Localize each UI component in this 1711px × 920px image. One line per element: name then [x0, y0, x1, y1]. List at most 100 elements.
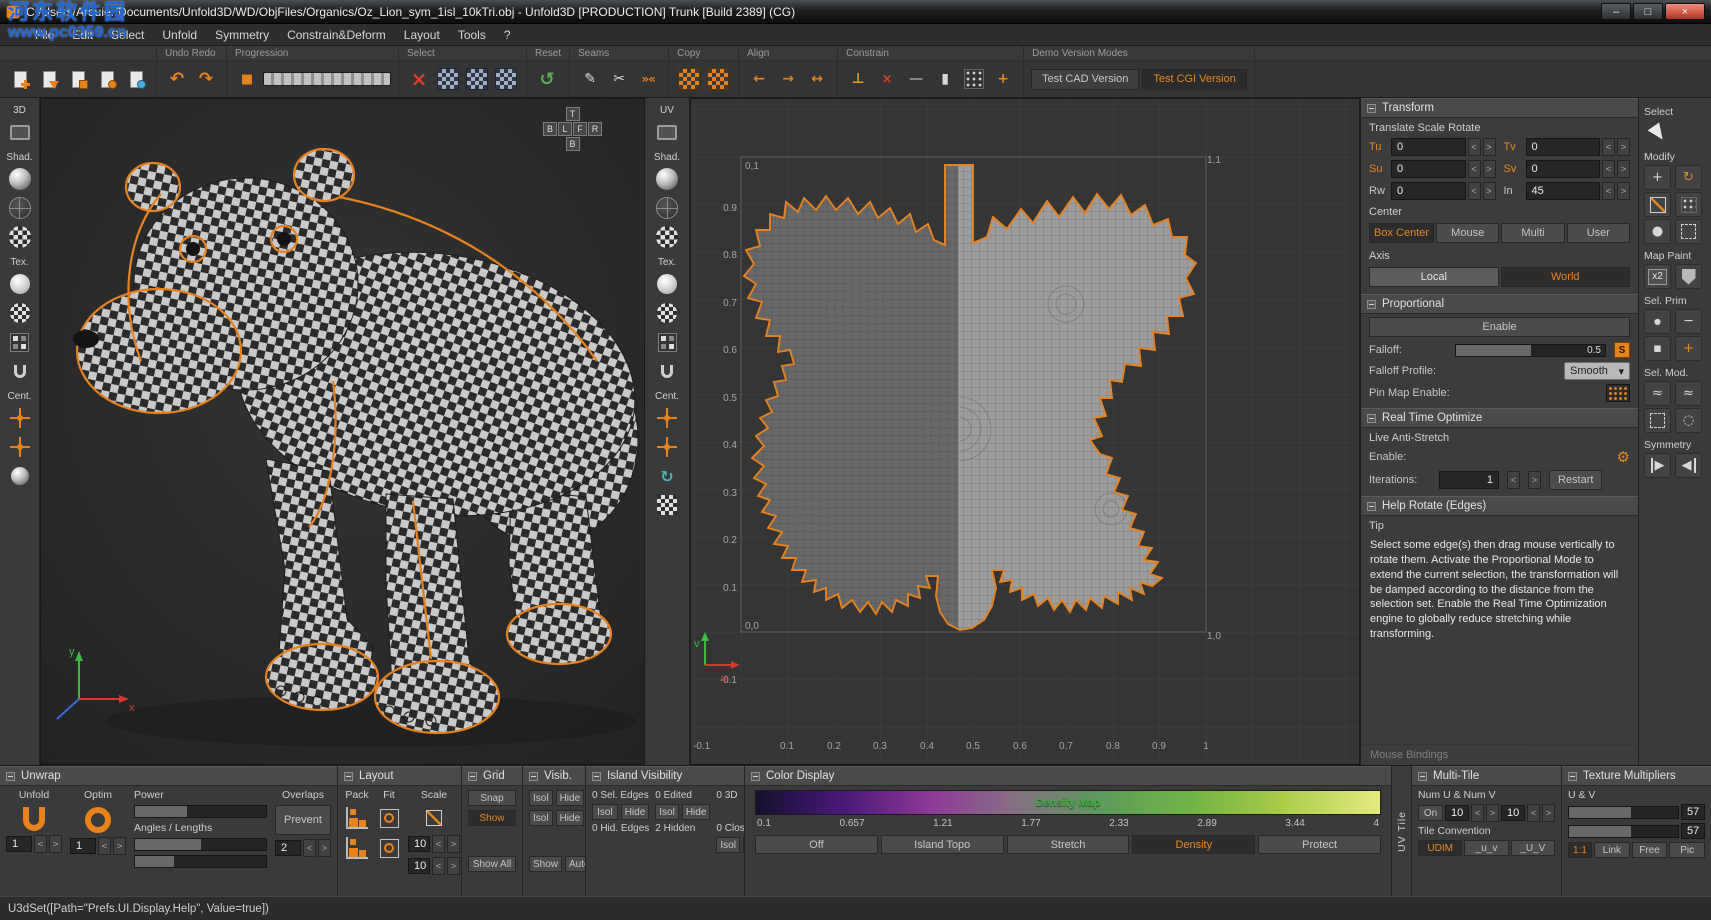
multi-tile-on-button[interactable]: On	[1418, 805, 1443, 821]
layout-margin-decrement[interactable]: <	[432, 835, 445, 853]
new-file-icon[interactable]	[7, 66, 33, 92]
collapse-icon[interactable]	[1367, 414, 1376, 423]
loop-selection-icon[interactable]: ≈	[1675, 381, 1702, 406]
menu-edit[interactable]: Edit	[63, 26, 102, 44]
unwrap-panel-header[interactable]: Unwrap	[0, 766, 337, 786]
pack-icon[interactable]	[344, 805, 370, 831]
align-center-icon[interactable]: ↔	[804, 66, 830, 92]
horizontal-constraint-icon[interactable]: —	[903, 66, 929, 92]
vertical-constraint-icon[interactable]: ▮	[932, 66, 958, 92]
tu-field[interactable]: 0	[1391, 138, 1466, 156]
protect-button[interactable]: Protect	[1258, 835, 1381, 854]
pin-map-enable-button[interactable]	[1606, 384, 1630, 402]
collapse-icon[interactable]	[344, 772, 353, 781]
pack-all-icon[interactable]	[344, 835, 370, 861]
uv-checker-toggle-icon[interactable]	[654, 492, 680, 518]
seam-brush-icon[interactable]: ✎	[577, 66, 603, 92]
layout-spacing-decrement[interactable]: <	[432, 857, 445, 875]
visib-show-button[interactable]: Show	[529, 856, 562, 872]
copy-uv-icon[interactable]	[676, 66, 702, 92]
optim-decrement[interactable]: <	[98, 837, 111, 855]
lattice-tool-icon[interactable]	[1675, 192, 1702, 217]
falloff-slider[interactable]: 0.5	[1455, 344, 1606, 357]
view-cube[interactable]: T B L F R B	[543, 107, 602, 151]
optim-increment[interactable]: >	[113, 837, 126, 855]
tv-decrement[interactable]: <	[1602, 138, 1615, 156]
center-multi-button[interactable]: Multi	[1501, 223, 1564, 243]
tu-decrement[interactable]: <	[1468, 138, 1481, 156]
unfold-iterations-field[interactable]: 1	[6, 836, 32, 852]
falloff-profile-dropdown[interactable]: Smooth ▾	[1564, 362, 1630, 380]
collapse-icon[interactable]	[1418, 772, 1427, 781]
proportional-enable-button[interactable]: Enable	[1369, 317, 1630, 337]
uv-shading-checker-icon[interactable]	[654, 224, 680, 250]
select-checker-icon[interactable]	[435, 66, 461, 92]
uv-refresh-icon[interactable]: ↻	[654, 463, 680, 489]
transform-section-header[interactable]: Transform	[1361, 98, 1638, 118]
mix-slider[interactable]	[134, 855, 267, 868]
undo-icon[interactable]: ↶	[164, 66, 190, 92]
menu-file[interactable]: File	[26, 26, 63, 44]
link-button[interactable]: Link	[1594, 842, 1630, 858]
visib-isolate2-button[interactable]: Isol	[529, 810, 553, 826]
save-as-icon[interactable]	[94, 66, 120, 92]
paste-uv-icon[interactable]	[705, 66, 731, 92]
overlaps-increment[interactable]: >	[318, 839, 331, 857]
menu-help[interactable]: ?	[495, 26, 520, 44]
num-v-field[interactable]: 10	[1501, 805, 1525, 821]
stretch-button[interactable]: Stretch	[1007, 835, 1130, 854]
su-increment[interactable]: >	[1483, 160, 1496, 178]
visib-auto-button[interactable]: Auto	[565, 856, 586, 872]
collapse-icon[interactable]	[1367, 104, 1376, 113]
x2-multiplier-icon[interactable]: x2	[1644, 264, 1671, 289]
grid-show-button[interactable]: Show	[468, 810, 516, 826]
layout-margin-increment[interactable]: >	[447, 835, 460, 853]
align-right-icon[interactable]: →	[775, 66, 801, 92]
stop-icon[interactable]: ■	[234, 66, 260, 92]
select-face-icon[interactable]: ▪	[1644, 336, 1671, 361]
angles-lengths-slider[interactable]	[134, 838, 267, 851]
menu-tools[interactable]: Tools	[449, 26, 495, 44]
texture-checker-icon[interactable]	[7, 300, 33, 326]
layout-margin-field[interactable]: 10	[408, 836, 430, 852]
proportional-section-header[interactable]: Proportional	[1361, 294, 1638, 314]
move-constraint-icon[interactable]: +	[990, 66, 1016, 92]
sv-field[interactable]: 0	[1526, 160, 1601, 178]
visibility-panel-header[interactable]: Visib.	[523, 766, 585, 786]
collapse-icon[interactable]	[1367, 502, 1376, 511]
num-v-decrement[interactable]: <	[1527, 804, 1540, 822]
visib-hide-button[interactable]: Hide	[556, 790, 585, 806]
constrain-pin-icon[interactable]: ⊥	[845, 66, 871, 92]
texture-v-slider[interactable]	[1568, 825, 1679, 838]
uv-texture-checker-icon[interactable]	[654, 300, 680, 326]
uv-texture-none-icon[interactable]	[654, 271, 680, 297]
redo-icon[interactable]: ↷	[193, 66, 219, 92]
tv-increment[interactable]: >	[1617, 138, 1630, 156]
minimize-button[interactable]: –	[1601, 3, 1631, 20]
udim-button[interactable]: UDIM	[1418, 840, 1462, 856]
screenshot-icon[interactable]	[123, 66, 149, 92]
seam-weld-icon[interactable]: »«	[635, 66, 661, 92]
collapse-icon[interactable]	[468, 772, 477, 781]
fit-icon[interactable]	[376, 805, 402, 831]
optim-iterations-field[interactable]: 1	[70, 838, 96, 854]
color-display-panel-header[interactable]: Color Display	[745, 766, 1391, 786]
density-button[interactable]: Density	[1132, 835, 1255, 854]
texture-none-icon[interactable]	[7, 271, 33, 297]
iterations-increment[interactable]: >	[1528, 471, 1541, 489]
rotate-tool-icon[interactable]: ↻	[1675, 165, 1702, 190]
island-hide-button[interactable]: Hide	[621, 804, 650, 820]
island-visibility-panel-header[interactable]: Island Visibility	[586, 766, 744, 786]
ratio-lock-button[interactable]: 1:1	[1568, 842, 1592, 858]
shading-flat-icon[interactable]	[7, 166, 33, 192]
viewport-uv-mode-icon[interactable]	[654, 119, 680, 145]
num-u-field[interactable]: 10	[1445, 805, 1469, 821]
island-isolate-button[interactable]: Isol	[592, 804, 618, 820]
add-selection-icon[interactable]: +	[1675, 336, 1702, 361]
grid-snap-button[interactable]: Snap	[468, 790, 516, 806]
island-hide2-button[interactable]: Hide	[682, 804, 711, 820]
view-front-button[interactable]: F	[573, 122, 587, 136]
collapse-icon[interactable]	[6, 772, 15, 781]
layout-spacing-field[interactable]: 10	[408, 858, 430, 874]
view-top-button[interactable]: T	[566, 107, 580, 121]
